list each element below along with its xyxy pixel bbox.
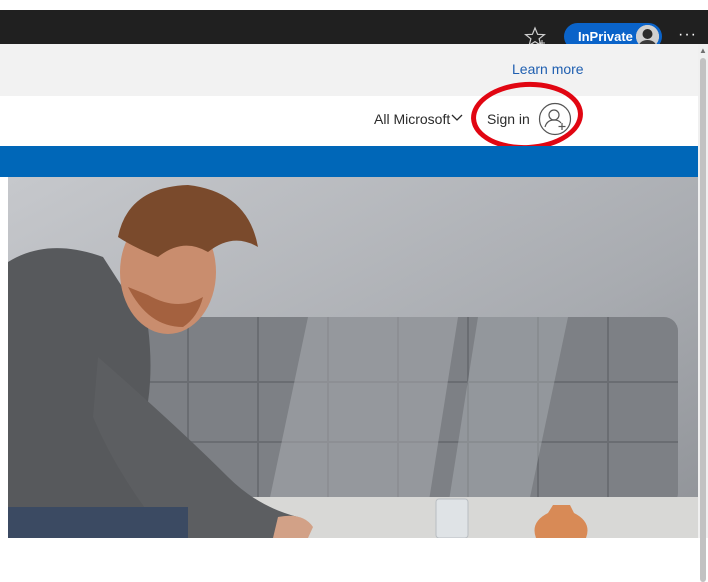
vertical-scrollbar[interactable]: ▲ bbox=[698, 44, 708, 582]
scrollbar-thumb[interactable] bbox=[700, 58, 706, 582]
inprivate-label: InPrivate bbox=[578, 29, 633, 44]
hero-photo-man-on-couch bbox=[8, 177, 698, 538]
all-microsoft-menu[interactable]: All Microsoft bbox=[374, 111, 450, 127]
brand-blue-band bbox=[0, 146, 698, 177]
learn-more-link[interactable]: Learn more bbox=[512, 61, 584, 77]
hero-image bbox=[8, 177, 698, 538]
scroll-up-arrow-icon[interactable]: ▲ bbox=[699, 46, 707, 55]
browser-toolbar: InPrivate ··· bbox=[0, 10, 708, 50]
window-top-edge bbox=[0, 0, 708, 10]
chevron-down-icon[interactable] bbox=[451, 111, 463, 123]
site-header: All Microsoft Sign in bbox=[0, 96, 698, 146]
info-banner: Learn more bbox=[0, 44, 698, 96]
more-icon[interactable]: ··· bbox=[678, 26, 697, 44]
